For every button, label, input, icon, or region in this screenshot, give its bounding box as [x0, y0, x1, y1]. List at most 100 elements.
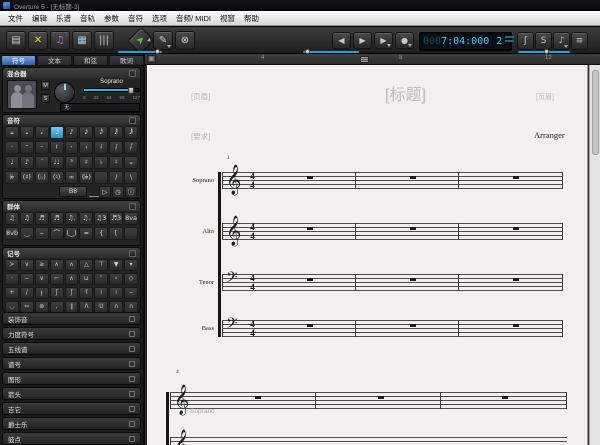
articulation-cell[interactable]: / [19, 287, 34, 299]
accidental-cell[interactable]: ˊ [34, 156, 49, 169]
rest-cell[interactable]: 𝄽 [49, 141, 64, 154]
mixer-button[interactable]: ||| [94, 31, 114, 50]
articulation-cell[interactable]: ◇ [124, 273, 138, 285]
articulation-cell[interactable]: ⊔ [79, 273, 94, 285]
volume-handle[interactable] [128, 87, 134, 94]
rest-cell[interactable]: 𝅂 [124, 141, 138, 154]
articulation-cell[interactable]: ˄ [94, 273, 109, 285]
panel-bar-dynamics[interactable]: 力度符号 [2, 327, 141, 340]
articulation-cell[interactable]: ∨ [34, 273, 49, 285]
note-duration-cell[interactable]: 𝅗𝅥 [34, 126, 49, 139]
panel-bar-drums[interactable]: 鼓点 [2, 432, 141, 445]
collapse-icon[interactable] [129, 116, 136, 124]
menu-item[interactable]: 视窗 [220, 13, 235, 24]
beam-group-cell[interactable]: ♬3 [109, 212, 124, 225]
staff-soprano[interactable]: 𝄞 44 [222, 167, 563, 193]
articulation-cell[interactable]: ▾ [124, 259, 138, 271]
expand-icon[interactable] [129, 435, 135, 442]
panel-bar-guitar[interactable]: 吉它 [2, 402, 141, 415]
notes-palette-button[interactable]: ♫ [50, 31, 70, 50]
note-duration-cell[interactable]: 𝅘𝅥𝅱 [109, 126, 124, 139]
articulation-cell[interactable]: ʌ [64, 259, 79, 271]
tools-button[interactable]: ✕ [28, 31, 48, 50]
pencil-tool-button[interactable]: ✎ [153, 31, 173, 50]
transport-slider[interactable] [303, 49, 359, 54]
menu-item[interactable]: 音轨 [80, 13, 95, 24]
articulation-cell[interactable]: ⌐ [49, 273, 64, 285]
effect-field[interactable]: 无 [60, 103, 140, 112]
slur-group-cell[interactable]: ‿ [19, 227, 34, 240]
note-duration-cell[interactable]: 𝅘𝅥𝅲 [124, 126, 138, 139]
tab-symbols[interactable]: 符号 [1, 55, 36, 66]
panel-bar-graphics[interactable]: 图形 [2, 372, 141, 385]
beam-group-cell[interactable]: ♫3 [94, 212, 109, 225]
slur-group-cell[interactable]: ≈ [79, 227, 94, 240]
accidental-cell[interactable]: ♯ [79, 156, 94, 169]
shape-tool-button[interactable]: S [535, 32, 552, 50]
swing-tool-button[interactable]: ʃ [517, 32, 534, 50]
note-duration-cell[interactable]: ♪ [64, 126, 79, 139]
tool-slider-left[interactable] [118, 49, 162, 54]
mixer-panel-header[interactable]: 混合器 [3, 68, 140, 78]
slur-group-cell[interactable]: ⌣ [34, 227, 49, 240]
note-duration-cell[interactable]: 𝅘𝅥𝅰 [94, 126, 109, 139]
record-button[interactable]: ● [395, 32, 414, 49]
accidental-cell[interactable]: ♭ [94, 156, 109, 169]
articulation-cell[interactable]: · [5, 273, 19, 285]
beam-group-cell[interactable]: ♬ [49, 212, 64, 225]
menu-item[interactable]: 乐谱 [56, 13, 71, 24]
track-overview-button[interactable]: ≡ [571, 32, 588, 50]
signs-panel-header[interactable]: 记号 [3, 248, 140, 258]
page-setup-button[interactable]: ▤ [6, 31, 26, 50]
staff-alto[interactable]: 𝄞 44 [222, 218, 563, 244]
beam-group-cell[interactable]: ♫. [79, 212, 94, 225]
beam-group-cell[interactable]: ♫ [19, 212, 34, 225]
accidental-cell[interactable]: ♪ [19, 156, 34, 169]
grace-note-button[interactable]: ♪ [553, 32, 570, 50]
expand-icon[interactable] [129, 330, 135, 337]
accidental-cell[interactable]: ∞ [64, 171, 79, 184]
articulation-cell[interactable]: ≀ [94, 287, 109, 299]
b8-button[interactable]: B8 [59, 186, 87, 197]
scrollbar-thumb[interactable] [592, 70, 599, 155]
eraser-tool-button[interactable]: ⊗ [175, 31, 195, 50]
articulation-cell[interactable]: ⌢ [124, 287, 138, 299]
note-duration-cell[interactable]: 𝅘𝅥𝅯 [79, 126, 94, 139]
page-header-left-placeholder[interactable]: [页眉] [191, 91, 210, 102]
expand-icon[interactable] [129, 390, 135, 397]
articulation-cell[interactable]: > [5, 259, 19, 271]
panel-bar-jazz[interactable]: 爵士乐 [2, 417, 141, 430]
articulation-cell[interactable]: ∧ [49, 259, 64, 271]
beam-group-cell[interactable]: ♫ [5, 212, 19, 225]
rest-cell[interactable]: 𝅀 [94, 141, 109, 154]
articulation-cell[interactable]: ʃ [64, 287, 79, 299]
pan-knob[interactable] [54, 82, 75, 103]
menu-item[interactable]: 选项 [152, 13, 167, 24]
score-page[interactable]: [页眉] [标题] [页眉] [要求] Arranger 1 Soprano 𝄞… [147, 65, 588, 445]
accidental-cell[interactable]: ♮ [109, 156, 124, 169]
play-options-button[interactable]: ▶ [374, 32, 393, 49]
rest-cell[interactable]: 𝄼 [34, 141, 49, 154]
solo-button[interactable]: S [41, 94, 50, 103]
accidental-cell[interactable]: / [109, 171, 124, 184]
groups-panel-header[interactable]: 群体 [3, 201, 140, 211]
accidental-cell[interactable]: 𝄪 [124, 156, 138, 169]
ruler-handle[interactable] [360, 56, 369, 63]
articulation-cell[interactable]: ʃ [49, 287, 64, 299]
collapse-icon[interactable] [129, 249, 136, 257]
notes-panel-header[interactable]: 音符 [3, 115, 140, 125]
note-duration-cell[interactable]: 𝅜 [5, 126, 19, 139]
collapse-icon[interactable] [129, 69, 136, 77]
rest-cell[interactable]: · [5, 141, 19, 154]
accidental-cell[interactable]: ♩♩ [49, 156, 64, 169]
tab-text[interactable]: 文本 [37, 55, 72, 66]
menu-item[interactable]: 参数 [104, 13, 119, 24]
vertical-scrollbar[interactable] [589, 65, 600, 445]
expand-icon[interactable] [129, 360, 135, 367]
playback-mode-button[interactable]: ▷ [99, 186, 111, 198]
expand-icon[interactable] [129, 315, 135, 322]
accidental-cell[interactable]: \ [124, 171, 138, 184]
articulation-cell[interactable]: ∨ [19, 259, 34, 271]
page-header-right-placeholder[interactable]: [页眉] [536, 92, 554, 102]
note-info-button[interactable]: ⓘ [125, 186, 137, 198]
